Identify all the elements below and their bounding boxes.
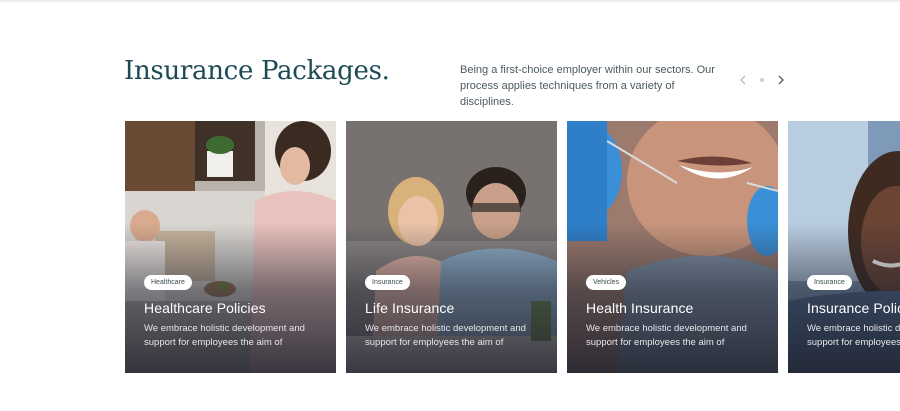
carousel-indicator[interactable] <box>760 78 764 82</box>
card-description: We embrace holistic development and supp… <box>144 323 305 348</box>
card-description: We embrace holistic development and supp… <box>807 323 900 348</box>
carousel-prev-button[interactable] <box>736 72 750 88</box>
card-category-badge: Healthcare <box>144 275 192 290</box>
card-title[interactable]: Insurance Policies <box>807 300 900 316</box>
card-overlay <box>125 223 336 373</box>
card-category-badge: Insurance <box>365 275 410 290</box>
card-category-badge: Insurance <box>807 275 852 290</box>
card-title[interactable]: Life Insurance <box>365 300 454 316</box>
card-overlay <box>346 223 557 373</box>
card-overlay <box>567 223 778 373</box>
card-category-badge: Vehicles <box>586 275 627 290</box>
card-title[interactable]: Health Insurance <box>586 300 693 316</box>
card-description: We embrace holistic development and supp… <box>586 323 747 348</box>
top-divider <box>0 0 900 2</box>
carousel-nav <box>736 72 788 88</box>
package-card-insurance-policies[interactable]: Insurance Insurance Policies We embrace … <box>788 121 900 373</box>
card-description: We embrace holistic development and supp… <box>365 323 526 348</box>
section-description: Being a first-choice employer within our… <box>460 64 715 108</box>
section-title: Insurance Packages. <box>124 56 390 86</box>
package-card-healthcare[interactable]: Healthcare Healthcare Policies We embrac… <box>125 121 336 373</box>
card-overlay <box>788 223 900 373</box>
chevron-right-icon <box>778 75 784 85</box>
package-card-life-insurance[interactable]: Insurance Life Insurance We embrace holi… <box>346 121 557 373</box>
card-title[interactable]: Healthcare Policies <box>144 300 266 316</box>
carousel-next-button[interactable] <box>774 72 788 88</box>
chevron-left-icon <box>740 75 746 85</box>
package-card-health-insurance[interactable]: Vehicles Health Insurance We embrace hol… <box>567 121 778 373</box>
